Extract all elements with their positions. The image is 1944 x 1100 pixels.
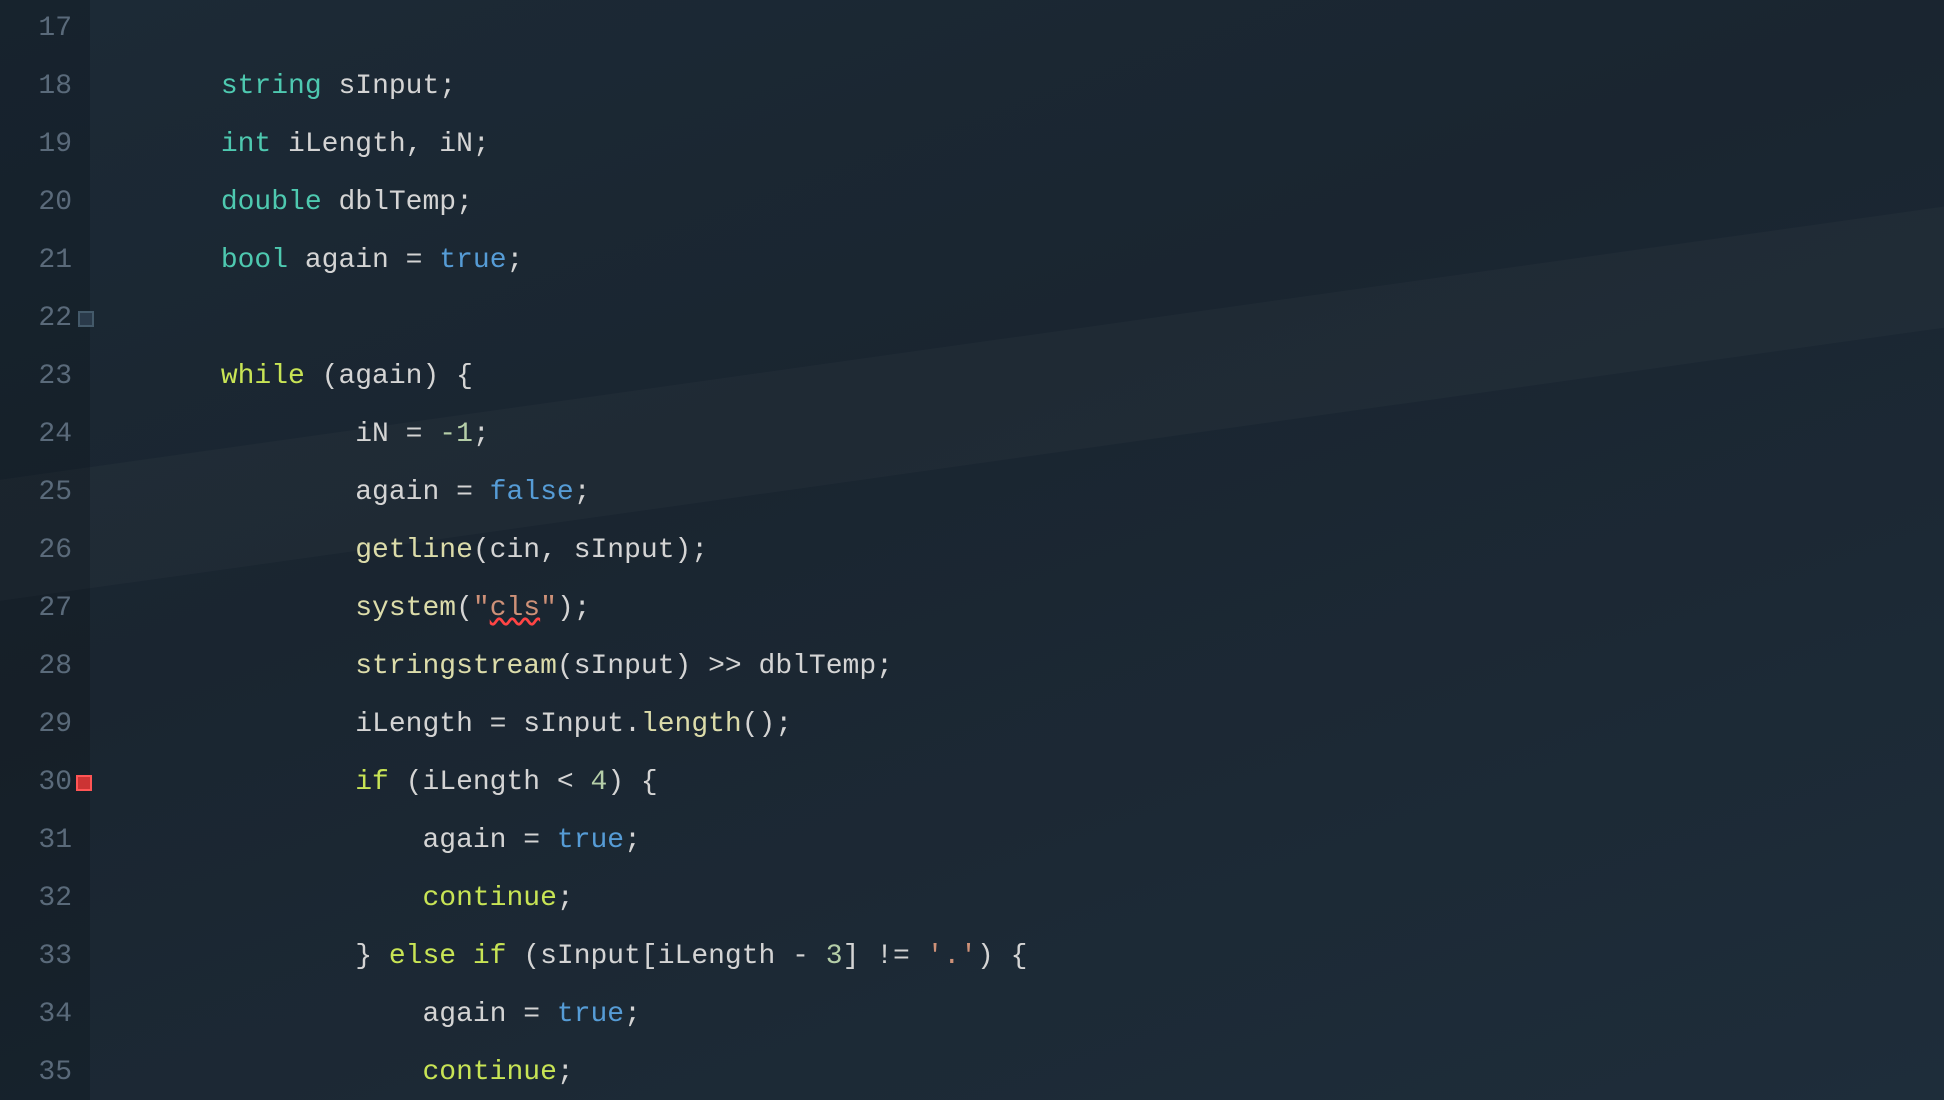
line-number-34: 34 bbox=[0, 986, 72, 1044]
line-number-24: 24 bbox=[0, 406, 72, 464]
line-number-30: 30 bbox=[0, 754, 72, 812]
line-number-19: 19 bbox=[0, 116, 72, 174]
code-line-22: while (again) { bbox=[120, 290, 1944, 348]
line-number-23: 23 bbox=[0, 348, 72, 406]
line-number-26: 26 bbox=[0, 522, 72, 580]
line-number-17: 17 bbox=[0, 0, 72, 58]
line-number-25: 25 bbox=[0, 464, 72, 522]
line-number-32: 32 bbox=[0, 870, 72, 928]
line-number-29: 29 bbox=[0, 696, 72, 754]
line-number-31: 31 bbox=[0, 812, 72, 870]
editor-container: 17 18 19 20 21 22 23 24 25 26 27 28 29 3… bbox=[0, 0, 1944, 1100]
line-number-35: 35 bbox=[0, 1044, 72, 1100]
code-area: string sInput; int iLength, iN; double d… bbox=[90, 0, 1944, 1100]
line-number-21: 21 bbox=[0, 232, 72, 290]
line-number-28: 28 bbox=[0, 638, 72, 696]
line-numbers: 17 18 19 20 21 22 23 24 25 26 27 28 29 3… bbox=[0, 0, 90, 1100]
line-number-20: 20 bbox=[0, 174, 72, 232]
code-line-17: string sInput; bbox=[120, 0, 1944, 58]
line-number-33: 33 bbox=[0, 928, 72, 986]
line-number-18: 18 bbox=[0, 58, 72, 116]
line-number-22: 22 bbox=[0, 290, 72, 348]
line-number-27: 27 bbox=[0, 580, 72, 638]
